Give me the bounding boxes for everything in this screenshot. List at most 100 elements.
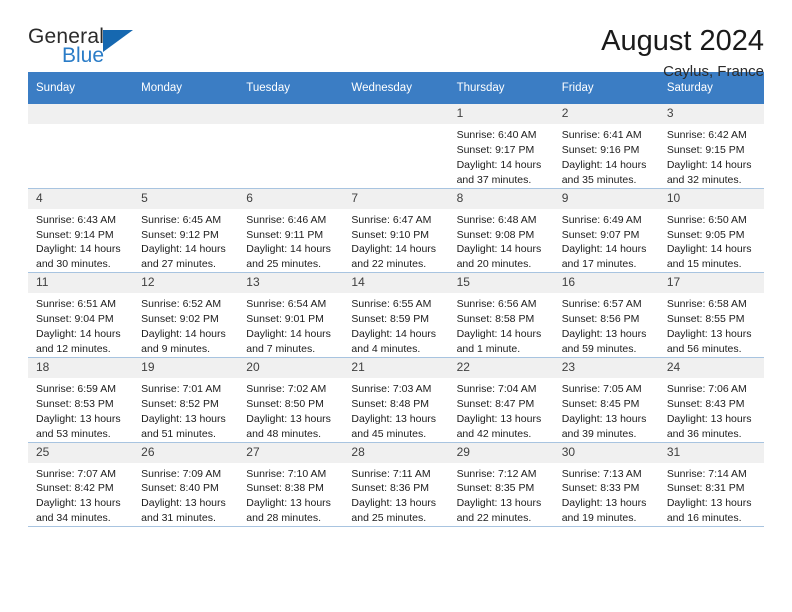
- day-number: 30: [553, 442, 659, 463]
- calendar-day-cell[interactable]: 23 Sunrise: 7:05 AM Sunset: 8:45 PM Dayligh…: [553, 357, 659, 443]
- daylight-text-line2: and 7 minutes.: [246, 342, 316, 355]
- sunrise-text: Sunrise: 7:09 AM: [141, 467, 222, 480]
- calendar-day-cell-empty: [238, 104, 344, 189]
- sunrise-text: Sunrise: 7:06 AM: [666, 382, 747, 395]
- day-details: Sunrise: 7:11 AM Sunset: 8:36 PM Daylight:…: [343, 463, 448, 527]
- calendar-day-cell[interactable]: 14 Sunrise: 6:55 AM Sunset: 8:59 PM Dayligh…: [343, 272, 449, 358]
- calendar-day-cell[interactable]: 3 Sunrise: 6:42 AM Sunset: 9:15 PM Daylight…: [658, 104, 764, 189]
- calendar-week-row: 1 Sunrise: 6:40 AM Sunset: 9:17 PM Daylight…: [28, 104, 764, 189]
- sunset-text: Sunset: 8:53 PM: [36, 397, 114, 410]
- sunrise-text: Sunrise: 6:54 AM: [246, 298, 327, 311]
- day-number: 26: [133, 442, 239, 463]
- daylight-text-line2: and 16 minutes.: [666, 512, 742, 525]
- daylight-text-line1: Daylight: 14 hours: [246, 328, 331, 341]
- brand-name-blue: Blue: [62, 44, 105, 67]
- sunset-text: Sunset: 8:58 PM: [456, 313, 535, 326]
- sunrise-text: Sunrise: 7:05 AM: [561, 382, 642, 395]
- daylight-text-line2: and 36 minutes.: [666, 427, 742, 440]
- calendar-day-cell[interactable]: 2 Sunrise: 6:41 AM Sunset: 9:16 PM Daylight…: [553, 104, 659, 189]
- calendar-day-cell[interactable]: 21 Sunrise: 7:03 AM Sunset: 8:48 PM Dayligh…: [343, 357, 449, 443]
- sunrise-text: Sunrise: 6:48 AM: [456, 213, 537, 226]
- calendar-day-cell[interactable]: 10 Sunrise: 6:50 AM Sunset: 9:05 PM Dayligh…: [658, 188, 764, 274]
- sunset-text: Sunset: 8:36 PM: [351, 482, 430, 495]
- calendar-day-cell[interactable]: 1 Sunrise: 6:40 AM Sunset: 9:17 PM Daylight…: [448, 104, 554, 189]
- calendar-day-cell[interactable]: 27 Sunrise: 7:10 AM Sunset: 8:38 PM Dayligh…: [238, 442, 344, 528]
- sunset-text: Sunset: 9:07 PM: [561, 228, 640, 241]
- daylight-text-line1: Daylight: 13 hours: [666, 328, 752, 341]
- calendar-day-cell[interactable]: 8 Sunrise: 6:48 AM Sunset: 9:08 PM Daylight…: [448, 188, 554, 274]
- calendar-day-cell[interactable]: 30 Sunrise: 7:13 AM Sunset: 8:33 PM Dayligh…: [553, 442, 659, 528]
- day-details: Sunrise: 7:05 AM Sunset: 8:45 PM Daylight:…: [554, 378, 659, 442]
- sunset-text: Sunset: 9:11 PM: [246, 228, 324, 241]
- day-number: 12: [133, 273, 239, 294]
- sunset-text: Sunset: 8:59 PM: [351, 313, 430, 326]
- sunset-text: Sunset: 8:48 PM: [351, 397, 430, 410]
- daylight-text-line2: and 45 minutes.: [351, 427, 427, 440]
- day-number: [343, 104, 449, 124]
- calendar-day-cell[interactable]: 6 Sunrise: 6:46 AM Sunset: 9:11 PM Daylight…: [238, 188, 344, 274]
- calendar-day-cell[interactable]: 31 Sunrise: 7:14 AM Sunset: 8:31 PM Dayligh…: [658, 442, 764, 528]
- calendar-week-row: 25 Sunrise: 7:07 AM Sunset: 8:42 PM Dayligh…: [28, 442, 764, 528]
- calendar-day-cell[interactable]: 25 Sunrise: 7:07 AM Sunset: 8:42 PM Dayligh…: [28, 442, 134, 528]
- calendar-day-cell[interactable]: 16 Sunrise: 6:57 AM Sunset: 8:56 PM Dayligh…: [553, 272, 659, 358]
- calendar-day-cell[interactable]: 7 Sunrise: 6:47 AM Sunset: 9:10 PM Daylight…: [343, 188, 449, 274]
- calendar-day-cell[interactable]: 11 Sunrise: 6:51 AM Sunset: 9:04 PM Dayligh…: [28, 272, 134, 358]
- calendar-day-cell[interactable]: 28 Sunrise: 7:11 AM Sunset: 8:36 PM Dayligh…: [343, 442, 449, 528]
- daylight-text-line1: Daylight: 13 hours: [36, 497, 121, 510]
- day-details: Sunrise: 7:14 AM Sunset: 8:31 PM Daylight:…: [659, 463, 764, 527]
- calendar-day-cell[interactable]: 15 Sunrise: 6:56 AM Sunset: 8:58 PM Dayligh…: [448, 272, 554, 358]
- day-number: 13: [238, 273, 344, 294]
- brand-logo[interactable]: General Blue: [28, 26, 168, 74]
- sunrise-text: Sunrise: 6:42 AM: [666, 129, 747, 141]
- day-details: Sunrise: 6:42 AM Sunset: 9:15 PM Daylight:…: [659, 124, 764, 188]
- daylight-text-line2: and 27 minutes.: [141, 258, 216, 271]
- day-number: 20: [238, 357, 344, 378]
- calendar-week-row: 18 Sunrise: 6:59 AM Sunset: 8:53 PM Dayligh…: [28, 357, 764, 443]
- sunrise-text: Sunrise: 6:49 AM: [561, 213, 642, 226]
- sunset-text: Sunset: 9:15 PM: [666, 143, 745, 156]
- day-number: 16: [553, 273, 659, 294]
- calendar-day-cell[interactable]: 18 Sunrise: 6:59 AM Sunset: 8:53 PM Dayligh…: [28, 357, 134, 443]
- weekday-header-thursday: Thursday: [448, 72, 554, 104]
- daylight-text-line2: and 28 minutes.: [246, 512, 321, 525]
- calendar-day-cell[interactable]: 26 Sunrise: 7:09 AM Sunset: 8:40 PM Dayligh…: [133, 442, 239, 528]
- day-number: 19: [133, 357, 239, 378]
- daylight-text-line1: Daylight: 13 hours: [246, 497, 331, 510]
- sunset-text: Sunset: 8:33 PM: [561, 482, 640, 495]
- calendar-day-cell[interactable]: 9 Sunrise: 6:49 AM Sunset: 9:07 PM Daylight…: [553, 188, 659, 274]
- calendar-day-cell[interactable]: 13 Sunrise: 6:54 AM Sunset: 9:01 PM Dayligh…: [238, 272, 344, 358]
- calendar-day-cell[interactable]: 5 Sunrise: 6:45 AM Sunset: 9:12 PM Daylight…: [133, 188, 239, 274]
- sunset-text: Sunset: 8:35 PM: [456, 482, 535, 495]
- calendar-day-cell[interactable]: 19 Sunrise: 7:01 AM Sunset: 8:52 PM Dayligh…: [133, 357, 239, 443]
- calendar-day-cell[interactable]: 29 Sunrise: 7:12 AM Sunset: 8:35 PM Dayligh…: [448, 442, 554, 528]
- day-details: Sunrise: 7:07 AM Sunset: 8:42 PM Daylight:…: [28, 463, 133, 527]
- calendar-day-cell[interactable]: 12 Sunrise: 6:52 AM Sunset: 9:02 PM Dayligh…: [133, 272, 239, 358]
- calendar-day-cell[interactable]: 17 Sunrise: 6:58 AM Sunset: 8:55 PM Dayligh…: [658, 272, 764, 358]
- daylight-text-line1: Daylight: 14 hours: [456, 158, 542, 171]
- calendar-day-cell[interactable]: 20 Sunrise: 7:02 AM Sunset: 8:50 PM Dayligh…: [238, 357, 344, 443]
- sunset-text: Sunset: 9:05 PM: [666, 228, 745, 241]
- day-number: [238, 104, 344, 124]
- day-details: Sunrise: 7:09 AM Sunset: 8:40 PM Daylight:…: [133, 463, 238, 527]
- daylight-text-line1: Daylight: 14 hours: [561, 158, 647, 171]
- day-details: Sunrise: 6:49 AM Sunset: 9:07 PM Daylight:…: [554, 209, 659, 273]
- day-number: [133, 104, 239, 124]
- sunset-text: Sunset: 9:08 PM: [456, 228, 535, 241]
- calendar-week-row: 11 Sunrise: 6:51 AM Sunset: 9:04 PM Dayligh…: [28, 272, 764, 358]
- daylight-text-line1: Daylight: 13 hours: [456, 497, 542, 510]
- weekday-header-wednesday: Wednesday: [343, 72, 449, 104]
- day-details: Sunrise: 7:12 AM Sunset: 8:35 PM Daylight:…: [449, 463, 554, 527]
- day-details: Sunrise: 6:54 AM Sunset: 9:01 PM Daylight:…: [238, 293, 343, 357]
- calendar-day-cell[interactable]: 4 Sunrise: 6:43 AM Sunset: 9:14 PM Daylight…: [28, 188, 134, 274]
- daylight-text-line2: and 32 minutes.: [666, 173, 742, 186]
- daylight-text-line2: and 34 minutes.: [36, 512, 111, 525]
- calendar-day-cell[interactable]: 22 Sunrise: 7:04 AM Sunset: 8:47 PM Dayligh…: [448, 357, 554, 443]
- day-details: Sunrise: 6:41 AM Sunset: 9:16 PM Daylight:…: [554, 124, 659, 188]
- calendar-body: 1 Sunrise: 6:40 AM Sunset: 9:17 PM Daylight…: [28, 104, 764, 528]
- calendar-day-cell[interactable]: 24 Sunrise: 7:06 AM Sunset: 8:43 PM Dayligh…: [658, 357, 764, 443]
- day-number: 31: [658, 442, 764, 463]
- daylight-text-line2: and 51 minutes.: [141, 427, 216, 440]
- sunrise-text: Sunrise: 6:51 AM: [36, 298, 116, 311]
- daylight-text-line1: Daylight: 13 hours: [141, 497, 226, 510]
- day-details: Sunrise: 6:46 AM Sunset: 9:11 PM Daylight:…: [238, 209, 343, 273]
